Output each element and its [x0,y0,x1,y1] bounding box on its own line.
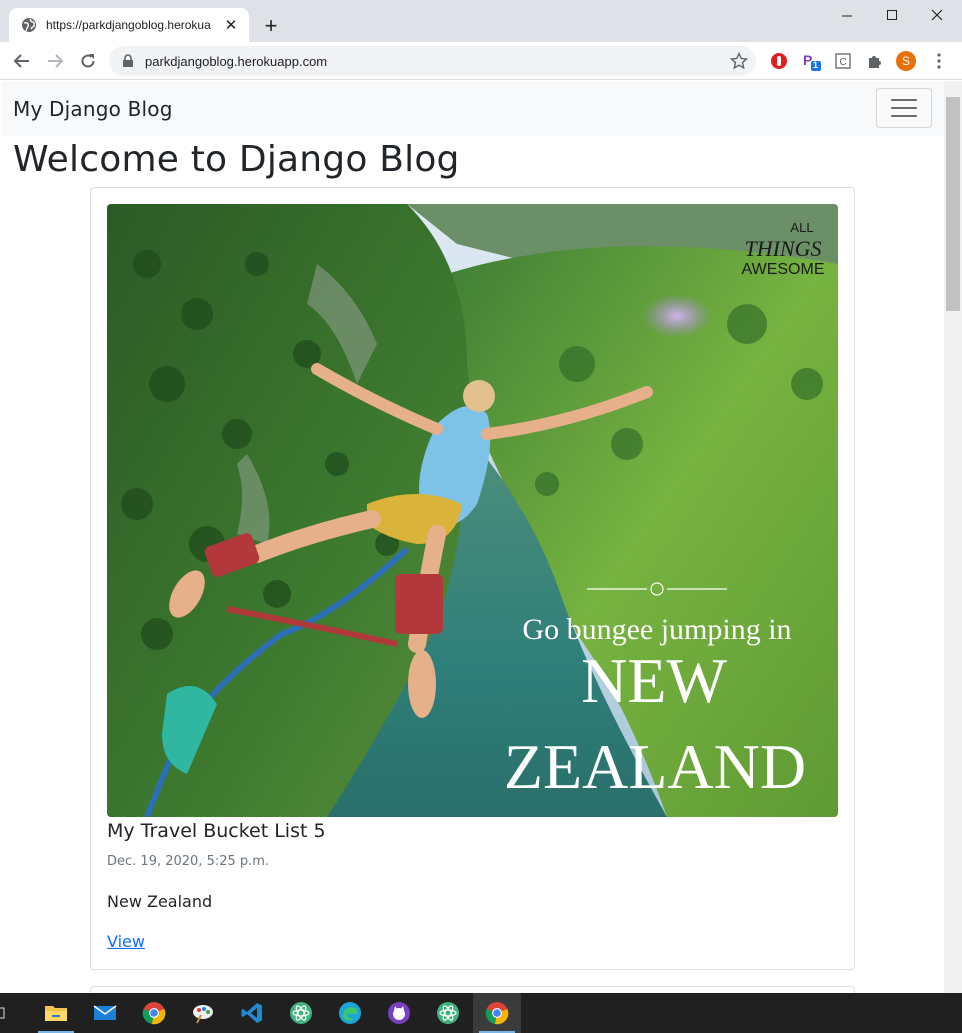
p-extension-icon[interactable]: P 1 [801,51,821,71]
lock-icon[interactable] [121,54,135,68]
arrow-left-icon [13,54,29,68]
page-scrollbar[interactable] [944,81,962,993]
minimize-icon [841,15,852,16]
task-view-icon[interactable] [0,993,16,1033]
forward-button[interactable] [41,47,69,75]
site-navbar: My Django Blog [1,81,944,136]
bungee-jump-photo: ALL THINGS AWESOME Go bungee jumping in … [107,204,838,817]
close-window-button[interactable] [914,0,960,30]
navbar-brand[interactable]: My Django Blog [13,97,173,121]
post-card: ALL THINGS AWESOME Go bungee jumping in … [90,187,855,970]
view-post-link[interactable]: View [107,932,145,951]
tab-title: https://parkdjangoblog.herokua [46,18,211,32]
windows-taskbar [0,993,962,1033]
post-title: My Travel Bucket List 5 [107,820,326,842]
c-extension-icon[interactable]: C [833,51,853,71]
mail-icon[interactable] [81,993,129,1033]
profile-avatar[interactable]: S [896,51,916,71]
scrollbar-thumb[interactable] [946,97,960,311]
caption-line-1: Go bungee jumping in [522,613,791,646]
paint-icon[interactable] [179,993,227,1033]
bookmark-star-icon[interactable] [730,52,748,70]
chrome-active-taskbar-icon[interactable] [473,993,521,1033]
back-button[interactable] [8,47,36,75]
atom-icon-2[interactable] [424,993,472,1033]
hamburger-icon-bar [891,99,917,101]
extension-badge: 1 [813,60,819,70]
globe-icon [22,18,36,32]
close-icon [931,9,943,21]
navbar-toggler-button[interactable] [876,88,932,128]
tab-strip: https://parkdjangoblog.herokua ✕ + [0,0,962,42]
post-image: ALL THINGS AWESOME Go bungee jumping in … [107,204,838,817]
maximize-button[interactable] [869,0,915,30]
caption-line-3: ZEALAND [504,731,806,802]
extensions-puzzle-icon[interactable] [865,51,885,71]
atom-icon[interactable] [277,993,325,1033]
page-viewport: My Django Blog Welcome to Django Blog AL… [1,81,944,993]
browser-toolbar: parkdjangoblog.herokuapp.com P 1 C S [0,42,962,80]
hamburger-icon-bar [891,115,917,117]
reload-button[interactable] [74,47,102,75]
edge-icon[interactable] [326,993,374,1033]
new-tab-button[interactable]: + [259,14,283,38]
cat-app-icon[interactable] [375,993,423,1033]
caption-line-2: NEW [581,645,727,716]
hamburger-icon-bar [891,107,917,109]
tab-close-icon[interactable]: ✕ [223,17,239,34]
file-explorer-icon[interactable] [32,993,80,1033]
adblock-extension-icon[interactable] [769,51,789,71]
svg-text:C: C [840,57,847,68]
profile-initial: S [896,51,916,71]
url-text[interactable]: parkdjangoblog.herokuapp.com [145,54,730,69]
post-body: New Zealand [107,892,213,911]
logo-text-all: ALL [790,220,813,235]
reload-icon [81,54,95,68]
vscode-icon[interactable] [228,993,276,1033]
browser-tab[interactable]: https://parkdjangoblog.herokua ✕ [9,8,249,42]
minimize-button[interactable] [824,0,870,30]
arrow-right-icon [48,54,64,68]
post-card-next [90,986,855,993]
svg-text:P: P [803,52,812,68]
chrome-taskbar-icon[interactable] [130,993,178,1033]
maximize-icon [886,9,897,20]
menu-kebab-icon[interactable] [929,51,949,71]
post-date: Dec. 19, 2020, 5:25 p.m. [107,854,270,869]
address-bar[interactable]: parkdjangoblog.herokuapp.com [109,46,756,76]
logo-text-things: THINGS [744,236,821,261]
page-title: Welcome to Django Blog [13,139,460,180]
logo-text-awesome: AWESOME [742,261,825,278]
